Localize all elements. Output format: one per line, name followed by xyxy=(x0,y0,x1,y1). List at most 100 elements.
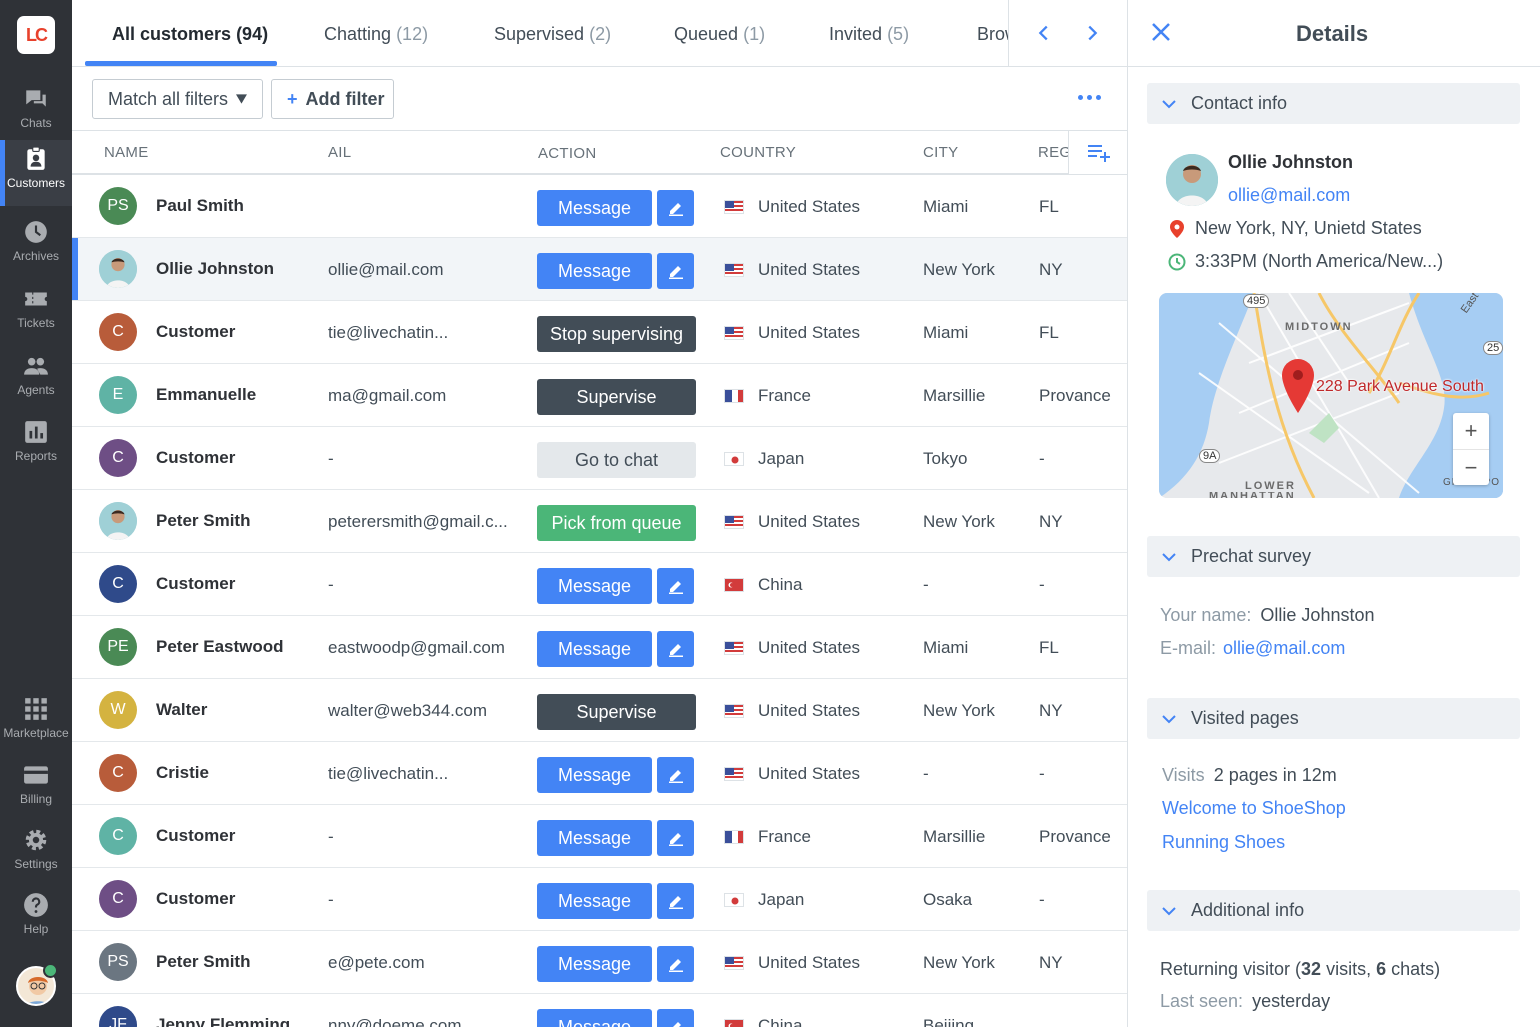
message-button[interactable]: Message xyxy=(537,568,652,604)
location-map[interactable]: MIDTOWN LOWER MANHATTAN 495 9A 25 East G… xyxy=(1159,293,1503,498)
tab-queued[interactable]: Queued (1) xyxy=(674,24,765,45)
customer-city: Miami xyxy=(923,323,969,342)
section-prechat-survey[interactable]: Prechat survey xyxy=(1147,536,1520,577)
table-row[interactable]: E Emmanuelle ma@gmail.com Supervise France Ma… xyxy=(72,364,1127,427)
table-row[interactable]: PS Paul Smith Message United States Miami FL xyxy=(72,175,1127,238)
table-row[interactable]: PS Peter Smith e@pete.com Message United Sta… xyxy=(72,931,1127,994)
more-options-icon[interactable] xyxy=(1078,95,1101,100)
pick-from-queue-button[interactable]: Pick from queue xyxy=(537,505,696,541)
section-contact-info[interactable]: Contact info xyxy=(1147,83,1520,124)
table-row[interactable]: PE Peter Eastwood eastwoodp@gmail.com Messa… xyxy=(72,616,1127,679)
customer-country: Japan xyxy=(758,449,805,468)
message-button[interactable]: Message xyxy=(537,631,652,667)
livechat-logo[interactable]: LC xyxy=(17,16,55,54)
table-row[interactable]: W Walter walter@web344.com Supervise United … xyxy=(72,679,1127,742)
nav-item-customers[interactable]: Customers xyxy=(0,140,72,206)
edit-button[interactable] xyxy=(657,631,694,667)
nav-item-chats[interactable]: Chats xyxy=(0,80,72,146)
add-column-button[interactable] xyxy=(1068,131,1127,174)
edit-button[interactable] xyxy=(657,883,694,919)
chevron-right-icon[interactable] xyxy=(1081,22,1103,44)
col-country[interactable]: COUNTRY xyxy=(720,144,796,161)
customer-email: tie@livechatin... xyxy=(328,323,449,342)
table-row[interactable]: Ollie Johnston ollie@mail.com Message Unite… xyxy=(72,238,1127,301)
visited-page-link[interactable]: Welcome to ShoeShop xyxy=(1162,798,1346,819)
customer-avatar: PS xyxy=(99,187,137,225)
stop-supervising-button[interactable]: Stop supervising xyxy=(537,316,696,352)
message-button[interactable]: Message xyxy=(537,883,652,919)
table-row[interactable]: C Cristie tie@livechatin... Message United S… xyxy=(72,742,1127,805)
edit-button[interactable] xyxy=(657,757,694,793)
customer-country: China xyxy=(758,575,803,594)
customer-email: - xyxy=(328,575,334,594)
message-button[interactable]: Message xyxy=(537,1009,652,1027)
contact-card-icon xyxy=(27,146,45,170)
survey-email-link[interactable]: ollie@mail.com xyxy=(1223,638,1345,658)
edit-button[interactable] xyxy=(657,253,694,289)
country-flag-icon xyxy=(724,326,744,340)
tab-invited[interactable]: Invited (5) xyxy=(829,24,909,45)
table-row[interactable]: C Customer tie@livechatin... Stop supervisi… xyxy=(72,301,1127,364)
country-flag-icon xyxy=(724,830,744,844)
edit-button[interactable] xyxy=(657,946,694,982)
col-region[interactable]: REG xyxy=(1038,144,1071,161)
close-icon[interactable] xyxy=(1149,20,1173,44)
section-title: Prechat survey xyxy=(1191,546,1312,566)
nav-item-settings[interactable]: Settings xyxy=(0,821,72,887)
table-row[interactable]: JF Jenny Flemming nny@doeme.com Message Chin… xyxy=(72,994,1127,1027)
message-button[interactable]: Message xyxy=(537,253,652,289)
edit-button[interactable] xyxy=(657,190,694,226)
nav-item-tickets[interactable]: Tickets xyxy=(0,280,72,346)
col-email[interactable]: AIL xyxy=(328,144,351,161)
message-button[interactable]: Message xyxy=(537,757,652,793)
pencil-icon xyxy=(668,203,683,216)
customer-name: Peter Eastwood xyxy=(156,637,284,656)
supervise-button[interactable]: Supervise xyxy=(537,694,696,730)
survey-name-label: Your name: xyxy=(1160,605,1252,625)
nav-item-marketplace[interactable]: Marketplace xyxy=(0,690,72,756)
supervise-button[interactable]: Supervise xyxy=(537,379,696,415)
nav-item-reports[interactable]: Reports xyxy=(0,413,72,479)
table-row[interactable]: C Customer - Message Japan Osaka - xyxy=(72,868,1127,931)
match-filters-dropdown[interactable]: Match all filters xyxy=(92,79,263,119)
col-name[interactable]: NAME xyxy=(104,144,149,161)
customer-region: Provance xyxy=(1039,386,1111,405)
edit-button[interactable] xyxy=(657,820,694,856)
section-visited-pages[interactable]: Visited pages xyxy=(1147,698,1520,739)
table-row[interactable]: Peter Smith peterersmith@gmail.c... Pick f… xyxy=(72,490,1127,553)
edit-button[interactable] xyxy=(657,568,694,604)
customer-email: eastwoodp@gmail.com xyxy=(328,638,505,657)
contact-location: New York, NY, Unietd States xyxy=(1195,218,1422,238)
contact-email-link[interactable]: ollie@mail.com xyxy=(1228,185,1350,206)
message-button[interactable]: Message xyxy=(537,190,652,226)
tab-all-customers[interactable]: All customers (94) xyxy=(112,24,268,45)
map-road-9a: 9A xyxy=(1199,449,1221,463)
table-row[interactable]: C Customer - Message China - - xyxy=(72,553,1127,616)
table-row[interactable]: C Customer - Go to chat Japan Tokyo - xyxy=(72,427,1127,490)
nav-item-archives[interactable]: Archives xyxy=(0,213,72,279)
zoom-in-button[interactable]: + xyxy=(1453,413,1489,449)
zoom-out-button[interactable]: − xyxy=(1453,449,1489,485)
chevron-left-icon[interactable] xyxy=(1033,22,1055,44)
visited-page-link[interactable]: Running Shoes xyxy=(1162,832,1285,853)
contact-name: Ollie Johnston xyxy=(1228,152,1354,172)
nav-item-billing[interactable]: Billing xyxy=(0,756,72,822)
section-additional-info[interactable]: Additional info xyxy=(1147,890,1520,931)
customer-email: ma@gmail.com xyxy=(328,386,447,405)
customer-avatar: E xyxy=(99,376,137,414)
nav-item-help[interactable]: Help xyxy=(0,886,72,952)
person-photo-icon xyxy=(1166,154,1218,206)
edit-button[interactable] xyxy=(657,1009,694,1027)
go-to-chat-button[interactable]: Go to chat xyxy=(537,442,696,478)
add-filter-button[interactable]: + Add filter xyxy=(271,79,394,119)
country-flag-icon xyxy=(724,515,744,529)
nav-item-agents[interactable]: Agents xyxy=(0,347,72,413)
pencil-icon xyxy=(668,896,683,909)
message-button[interactable]: Message xyxy=(537,946,652,982)
tab-chatting[interactable]: Chatting (12) xyxy=(324,24,428,45)
customer-region: NY xyxy=(1039,260,1063,279)
col-city[interactable]: CITY xyxy=(923,144,958,161)
tab-supervised[interactable]: Supervised (2) xyxy=(494,24,611,45)
message-button[interactable]: Message xyxy=(537,820,652,856)
table-row[interactable]: C Customer - Message France Marsillie Provance xyxy=(72,805,1127,868)
